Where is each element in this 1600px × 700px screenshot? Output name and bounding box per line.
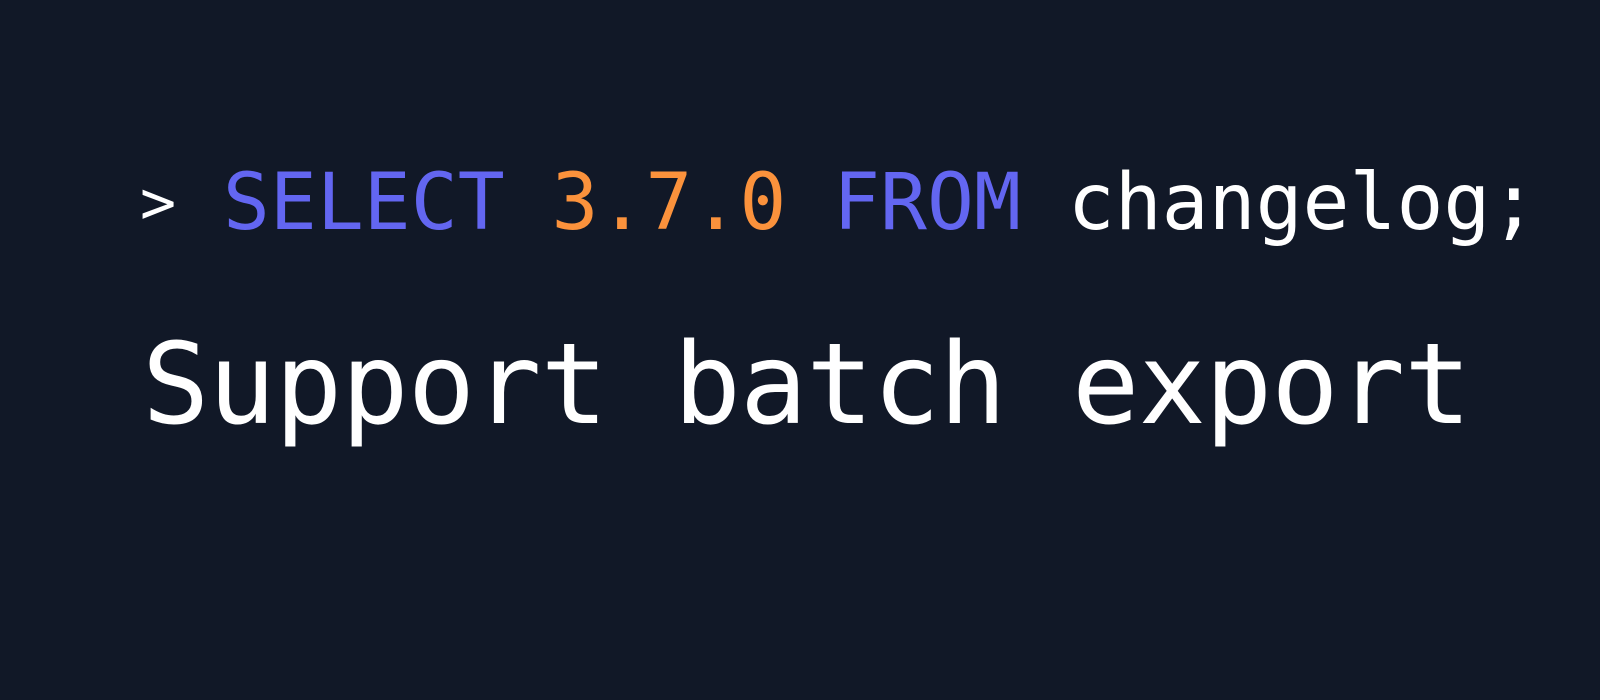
from-keyword: FROM bbox=[833, 158, 1021, 248]
version-number: 3.7.0 bbox=[551, 158, 787, 248]
table-name: changelog; bbox=[1067, 158, 1538, 248]
sql-query-line: > SELECT 3.7.0 FROM changelog; bbox=[140, 158, 1537, 248]
release-headline: Support batch export bbox=[142, 320, 1472, 450]
select-keyword: SELECT bbox=[222, 158, 505, 248]
changelog-banner: > SELECT 3.7.0 FROM changelog; Support batch… bbox=[0, 0, 1600, 700]
prompt-symbol: > bbox=[140, 168, 177, 238]
